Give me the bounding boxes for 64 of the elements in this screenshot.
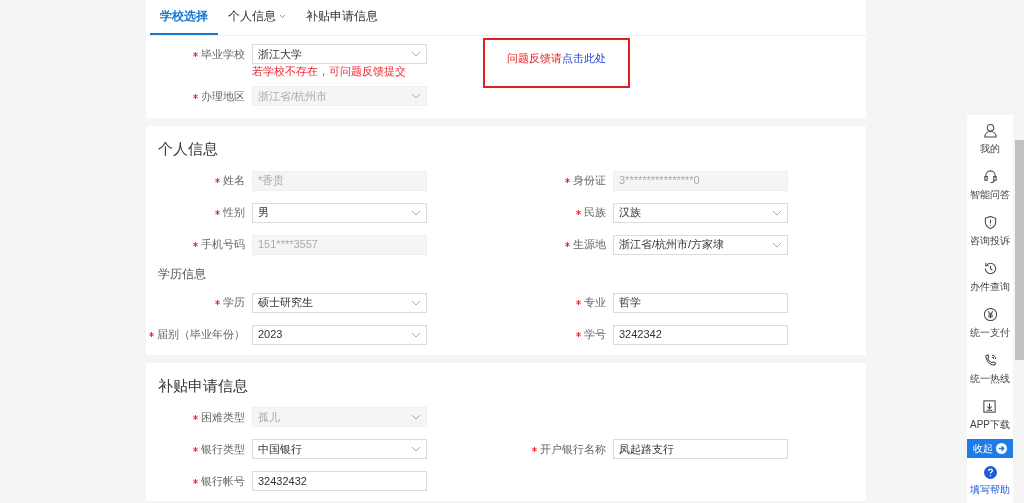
select-field[interactable]: 中国银行 — [252, 439, 427, 459]
sidebar-item[interactable]: 统一热线 — [970, 351, 1010, 397]
field-label: 民族 — [584, 205, 606, 221]
chevron-down-icon — [411, 93, 421, 99]
field-label: 开户银行名称 — [540, 441, 606, 457]
feedback-text: 问题反馈请 — [507, 52, 562, 64]
field-label: 姓名 — [223, 173, 245, 189]
input-field[interactable]: 凤起路支行 — [613, 439, 788, 459]
field-label: 性别 — [223, 205, 245, 221]
shield-icon — [982, 215, 998, 230]
field-label: 生源地 — [573, 237, 606, 253]
chevron-down-icon — [411, 414, 421, 420]
field-label: 届别（毕业年份） — [157, 327, 245, 343]
sidebar-item[interactable]: 咨询投诉 — [970, 213, 1010, 259]
phone-icon — [982, 353, 998, 368]
field-label: 银行类型 — [201, 441, 245, 457]
input-field[interactable]: 32432432 — [252, 471, 427, 491]
history-icon — [982, 261, 998, 276]
chevron-down-icon — [411, 209, 421, 216]
hint-text: 若学校不存在，可问题反馈提交 — [251, 64, 407, 78]
headset-icon — [982, 169, 998, 184]
sidebar-item[interactable]: 智能问答 — [970, 167, 1010, 213]
chevron-down-icon — [411, 446, 421, 452]
select-field[interactable]: 2023 — [252, 324, 427, 345]
help-item[interactable]: 填写帮助 — [970, 466, 1010, 497]
field-label: 身份证 — [573, 173, 606, 189]
field-label: 银行帐号 — [201, 473, 245, 489]
feedback-link[interactable]: 点击此处 — [562, 52, 606, 64]
chevron-down-icon — [772, 209, 782, 216]
user-icon — [982, 123, 998, 138]
input-field[interactable]: 3242342 — [613, 324, 788, 345]
tab[interactable]: 补贴申请信息 — [296, 0, 388, 35]
collapse-button[interactable]: 收起 — [967, 439, 1013, 458]
scrollbar-thumb[interactable] — [1015, 140, 1024, 360]
arrow-right-icon — [996, 443, 1007, 454]
download-icon — [982, 399, 998, 414]
field-label: 手机号码 — [201, 237, 245, 253]
tab[interactable]: 个人信息 — [218, 0, 296, 35]
select-field[interactable]: 浙江大学 — [252, 44, 427, 64]
input-field[interactable]: 哲学 — [613, 292, 788, 313]
chevron-down-icon — [411, 331, 421, 338]
field-label: 毕业学校 — [201, 46, 245, 62]
section-title: 个人信息 — [158, 139, 219, 159]
sidebar-item[interactable]: 办件查询 — [970, 259, 1010, 305]
help-icon — [983, 466, 997, 479]
sidebar-item[interactable]: 我的 — [980, 121, 1000, 167]
field-label: 专业 — [584, 295, 606, 311]
section-title: 补贴申请信息 — [158, 375, 249, 396]
field-label: 办理地区 — [201, 88, 245, 104]
field-label: 学历 — [223, 295, 245, 311]
field-label: 学号 — [584, 327, 606, 343]
select-field[interactable]: 硕士研究生 — [252, 292, 427, 313]
select-field[interactable]: 男 — [252, 202, 427, 223]
chevron-down-icon — [772, 241, 782, 248]
tab[interactable]: 学校选择 — [150, 0, 218, 35]
select-field[interactable]: 浙江省/杭州市/方家埭 — [613, 234, 788, 255]
chevron-down-icon — [411, 299, 421, 306]
yen-icon — [982, 307, 998, 322]
chevron-down-icon — [279, 13, 286, 19]
field-label: 困难类型 — [201, 409, 245, 425]
sidebar-item[interactable]: 统一支付 — [970, 305, 1010, 351]
select-field[interactable]: 汉族 — [613, 202, 788, 223]
chevron-down-icon — [411, 51, 421, 57]
subsection-title: 学历信息 — [158, 265, 207, 283]
